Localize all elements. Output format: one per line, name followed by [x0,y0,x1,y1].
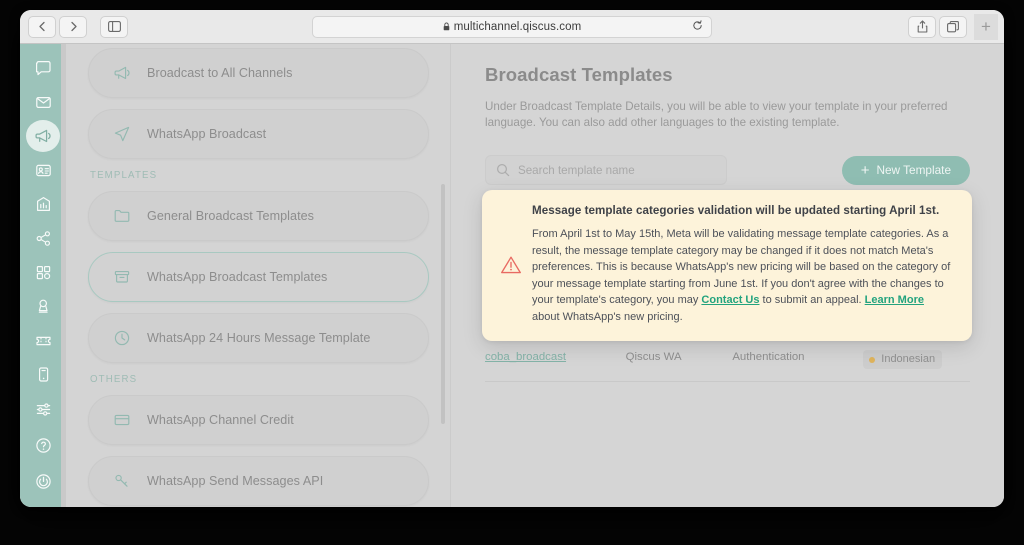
power-icon[interactable] [26,465,60,499]
share-icon[interactable] [908,15,936,38]
search-input[interactable] [518,163,716,177]
folder-icon [111,205,133,227]
analytics-icon[interactable] [26,188,60,220]
nav-item-label: WhatsApp Channel Credit [147,413,294,427]
table-row[interactable]: coba_broadcast Qiscus WA Authentication … [485,337,970,382]
cell-name: coba_broadcast [485,337,626,382]
page-description: Under Broadcast Template Details, you wi… [485,100,948,129]
cell-account: Qiscus WA [625,337,733,382]
credit-card-icon [111,409,133,431]
nav-item-general-broadcast-templates[interactable]: General Broadcast Templates [88,191,429,241]
contact-card-icon[interactable] [26,154,60,186]
agent-icon[interactable] [26,291,60,323]
alert-text-part-3: about WhatsApp's new pricing. [532,310,683,323]
nav-item-whatsapp-broadcast[interactable]: WhatsApp Broadcast [88,109,429,159]
nav-scrollbar[interactable] [441,184,445,424]
browser-toolbar: multichannel.qiscus.com + [20,10,1004,44]
megaphone-icon[interactable] [26,120,60,153]
language-dot [869,356,876,363]
address-bar[interactable]: multichannel.qiscus.com [312,15,712,38]
reload-icon[interactable] [692,18,703,36]
learn-more-link[interactable]: Learn More [865,294,924,306]
nav-item-whatsapp-send-messages-api[interactable]: WhatsApp Send Messages API [88,456,429,506]
new-template-button[interactable]: + New Template [841,155,970,185]
url-text: multichannel.qiscus.com [453,20,582,33]
new-tab-button[interactable]: + [974,13,998,40]
nav-item-label: Broadcast to All Channels [147,66,293,80]
help-icon[interactable] [26,429,60,463]
settings-sliders-icon[interactable] [26,393,60,427]
forward-button[interactable] [59,15,87,38]
nav-item-label: WhatsApp Send Messages API [147,474,324,488]
apps-grid-icon[interactable] [26,257,60,289]
back-button[interactable] [28,15,56,38]
chat-icon[interactable] [26,52,60,84]
nav-item-label: WhatsApp 24 Hours Message Template [147,331,371,345]
alert-text-part-2: to submit an appeal. [759,294,865,306]
send-icon [111,123,133,145]
archive-icon [111,266,133,288]
language-badge: Indonesian [863,350,943,369]
plus-icon: + [860,161,870,179]
ticket-icon[interactable] [26,325,60,357]
alert-body: Message template categories validation w… [532,204,952,325]
nav-item-label: WhatsApp Broadcast Templates [147,270,328,284]
clock-icon [111,327,133,349]
app-icon-rail [20,44,66,507]
rail-bottom-group [26,393,60,507]
new-template-label: New Template [876,163,951,177]
cell-category: Authentication [732,337,864,382]
alert-text: From April 1st to May 15th, Meta will be… [532,226,952,325]
cell-language: Indonesian [863,337,970,382]
search-icon [496,163,510,177]
lock-icon [443,22,450,31]
nav-item-whatsapp-channel-credit[interactable]: WhatsApp Channel Credit [88,395,429,445]
warning-triangle-icon [498,255,524,275]
template-name-link[interactable]: coba_broadcast [485,351,566,363]
template-validation-alert: Message template categories validation w… [482,190,972,341]
api-key-icon [111,470,133,492]
tab-overview-icon[interactable] [939,15,967,38]
table-toolbar: + New Template [485,155,970,185]
nav-item-label: General Broadcast Templates [147,209,315,223]
integration-icon[interactable] [26,222,60,254]
toolbar-right-group: + [908,13,998,40]
page-title: Broadcast Templates [485,64,673,85]
alert-title: Message template categories validation w… [532,204,940,217]
nav-item-broadcast-all-channels[interactable]: Broadcast to All Channels [88,48,429,98]
nav-section-templates: TEMPLATES [90,170,158,181]
page-body: Broadcast to All Channels WhatsApp Broad… [20,44,1004,507]
nav-item-whatsapp-broadcast-templates[interactable]: WhatsApp Broadcast Templates [88,252,429,302]
sidebar-toggle-icon[interactable] [100,15,128,38]
browser-window: multichannel.qiscus.com + Broadcast to A… [20,10,1004,507]
contact-us-link[interactable]: Contact Us [701,294,759,306]
inbox-icon[interactable] [26,86,60,118]
megaphone-icon [111,62,133,84]
nav-item-whatsapp-24-hours-message-template[interactable]: WhatsApp 24 Hours Message Template [88,313,429,363]
desktop-background: multichannel.qiscus.com + Broadcast to A… [0,0,1024,545]
nav-item-label: WhatsApp Broadcast [147,127,267,141]
broadcast-nav-panel: Broadcast to All Channels WhatsApp Broad… [66,44,451,507]
nav-section-others: OTHERS [90,374,138,385]
language-label: Indonesian [881,353,936,365]
search-template-box[interactable] [485,155,727,185]
mobile-icon[interactable] [26,359,60,391]
